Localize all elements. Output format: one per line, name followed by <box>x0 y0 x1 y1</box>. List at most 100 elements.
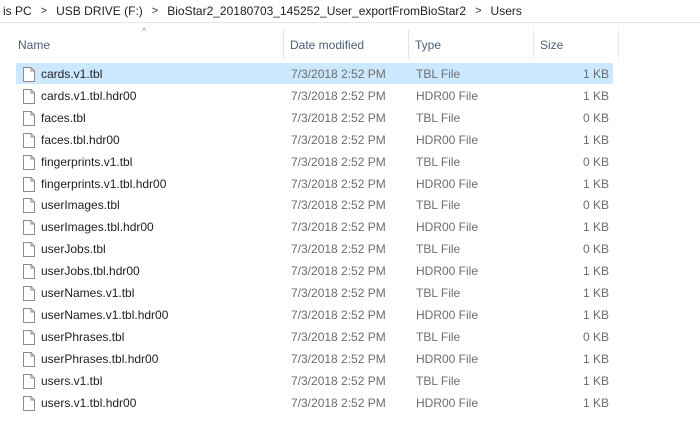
generic-file-icon <box>23 286 35 301</box>
file-size: 1 KB <box>582 308 609 322</box>
file-size: 1 KB <box>582 286 609 300</box>
breadcrumb-item-biostar-folder[interactable]: BioStar2_20180703_145252_User_exportFrom… <box>164 4 469 18</box>
file-size: 0 KB <box>582 242 609 256</box>
file-name: faces.tbl <box>41 111 86 125</box>
file-row[interactable]: userImages.tbl 7/3/2018 2:52 PM TBL File 0 … <box>16 194 613 215</box>
file-type: HDR00 File <box>416 264 479 278</box>
file-row[interactable]: userNames.v1.tbl 7/3/2018 2:52 PM TBL File… <box>16 282 613 303</box>
breadcrumb-item-users[interactable]: Users <box>488 4 525 18</box>
breadcrumb: is PC > USB DRIVE (F:) > BioStar2_201807… <box>0 0 700 23</box>
generic-file-icon <box>23 67 35 82</box>
file-date-modified: 7/3/2018 2:52 PM <box>291 177 386 191</box>
column-header-date-modified[interactable]: Date modified <box>284 34 408 56</box>
file-row[interactable]: fingerprints.v1.tbl.hdr00 7/3/2018 2:52 P… <box>16 173 613 194</box>
file-date-modified: 7/3/2018 2:52 PM <box>291 374 386 388</box>
file-row[interactable]: users.v1.tbl.hdr00 7/3/2018 2:52 PM HDR00 … <box>16 392 613 413</box>
file-name: userImages.tbl.hdr00 <box>41 220 154 234</box>
file-row[interactable]: userPhrases.tbl.hdr00 7/3/2018 2:52 PM HDR… <box>16 348 613 369</box>
generic-file-icon <box>23 264 35 279</box>
generic-file-icon <box>23 220 35 235</box>
breadcrumb-item-usb-drive[interactable]: USB DRIVE (F:) <box>53 4 146 18</box>
generic-file-icon <box>23 396 35 411</box>
file-row[interactable]: userImages.tbl.hdr00 7/3/2018 2:52 PM HDR0… <box>16 216 613 237</box>
file-row[interactable]: userJobs.tbl 7/3/2018 2:52 PM TBL File 0 KB <box>16 238 613 259</box>
generic-file-icon <box>23 352 35 367</box>
file-size: 0 KB <box>582 155 609 169</box>
generic-file-icon <box>23 111 35 126</box>
file-size: 1 KB <box>582 396 609 410</box>
file-type: TBL File <box>416 111 461 125</box>
file-size: 1 KB <box>582 67 609 81</box>
file-date-modified: 7/3/2018 2:52 PM <box>291 111 386 125</box>
file-type: TBL File <box>416 286 461 300</box>
file-date-modified: 7/3/2018 2:52 PM <box>291 286 386 300</box>
generic-file-icon <box>23 308 35 323</box>
file-date-modified: 7/3/2018 2:52 PM <box>291 155 386 169</box>
breadcrumb-separator[interactable]: > <box>146 5 164 17</box>
file-name: userPhrases.tbl <box>41 330 125 344</box>
file-row[interactable]: users.v1.tbl 7/3/2018 2:52 PM TBL File 1 KB <box>16 370 613 391</box>
file-name: fingerprints.v1.tbl.hdr00 <box>41 177 167 191</box>
file-name: faces.tbl.hdr00 <box>41 133 120 147</box>
file-size: 1 KB <box>582 133 609 147</box>
generic-file-icon <box>23 177 35 192</box>
file-date-modified: 7/3/2018 2:52 PM <box>291 308 386 322</box>
file-date-modified: 7/3/2018 2:52 PM <box>291 330 386 344</box>
file-type: HDR00 File <box>416 396 479 410</box>
file-name: userNames.v1.tbl.hdr00 <box>41 308 169 322</box>
column-header-row: ^ Name Date modified Type Size <box>0 22 700 66</box>
column-divider[interactable] <box>618 30 619 58</box>
file-row[interactable]: userPhrases.tbl 7/3/2018 2:52 PM TBL File 0… <box>16 326 613 347</box>
file-date-modified: 7/3/2018 2:52 PM <box>291 198 386 212</box>
column-header-type[interactable]: Type <box>409 34 533 56</box>
file-name: userPhrases.tbl.hdr00 <box>41 352 159 366</box>
file-date-modified: 7/3/2018 2:52 PM <box>291 89 386 103</box>
breadcrumb-separator[interactable]: > <box>35 5 53 17</box>
column-header-size[interactable]: Size <box>534 34 618 56</box>
file-type: TBL File <box>416 67 461 81</box>
file-row[interactable]: userJobs.tbl.hdr00 7/3/2018 2:52 PM HDR00 … <box>16 260 613 281</box>
file-name: users.v1.tbl <box>41 374 103 388</box>
file-date-modified: 7/3/2018 2:52 PM <box>291 242 386 256</box>
file-size: 0 KB <box>582 330 609 344</box>
breadcrumb-separator[interactable]: > <box>469 5 487 17</box>
file-name: users.v1.tbl.hdr00 <box>41 396 137 410</box>
file-size: 1 KB <box>582 89 609 103</box>
file-size: 1 KB <box>582 264 609 278</box>
file-name: cards.v1.tbl.hdr00 <box>41 89 137 103</box>
file-row[interactable]: cards.v1.tbl.hdr00 7/3/2018 2:52 PM HDR00 … <box>16 85 613 106</box>
file-size: 1 KB <box>582 220 609 234</box>
file-row[interactable]: faces.tbl.hdr00 7/3/2018 2:52 PM HDR00 Fil… <box>16 129 613 150</box>
file-size: 0 KB <box>582 111 609 125</box>
generic-file-icon <box>23 133 35 148</box>
file-row[interactable]: userNames.v1.tbl.hdr00 7/3/2018 2:52 PM HD… <box>16 304 613 325</box>
file-size: 1 KB <box>582 177 609 191</box>
file-date-modified: 7/3/2018 2:52 PM <box>291 67 386 81</box>
file-type: HDR00 File <box>416 220 479 234</box>
file-name: userJobs.tbl.hdr00 <box>41 264 140 278</box>
file-date-modified: 7/3/2018 2:52 PM <box>291 264 386 278</box>
file-size: 0 KB <box>582 198 609 212</box>
generic-file-icon <box>23 242 35 257</box>
generic-file-icon <box>23 374 35 389</box>
file-name: userNames.v1.tbl <box>41 286 135 300</box>
file-size: 1 KB <box>582 374 609 388</box>
file-type: HDR00 File <box>416 133 479 147</box>
file-row[interactable]: fingerprints.v1.tbl 7/3/2018 2:52 PM TBL F… <box>16 151 613 172</box>
generic-file-icon <box>23 330 35 345</box>
file-type: HDR00 File <box>416 308 479 322</box>
generic-file-icon <box>23 198 35 213</box>
file-row[interactable]: cards.v1.tbl 7/3/2018 2:52 PM TBL File 1 KB <box>16 63 613 84</box>
breadcrumb-item-this-pc[interactable]: is PC <box>0 4 35 18</box>
file-name: userJobs.tbl <box>41 242 106 256</box>
file-name: cards.v1.tbl <box>41 67 103 81</box>
file-date-modified: 7/3/2018 2:52 PM <box>291 133 386 147</box>
file-date-modified: 7/3/2018 2:52 PM <box>291 352 386 366</box>
file-type: HDR00 File <box>416 352 479 366</box>
file-name: userImages.tbl <box>41 198 120 212</box>
file-size: 1 KB <box>582 352 609 366</box>
file-type: HDR00 File <box>416 177 479 191</box>
file-row[interactable]: faces.tbl 7/3/2018 2:52 PM TBL File 0 KB <box>16 107 613 128</box>
file-date-modified: 7/3/2018 2:52 PM <box>291 396 386 410</box>
column-header-name[interactable]: Name <box>12 34 283 56</box>
